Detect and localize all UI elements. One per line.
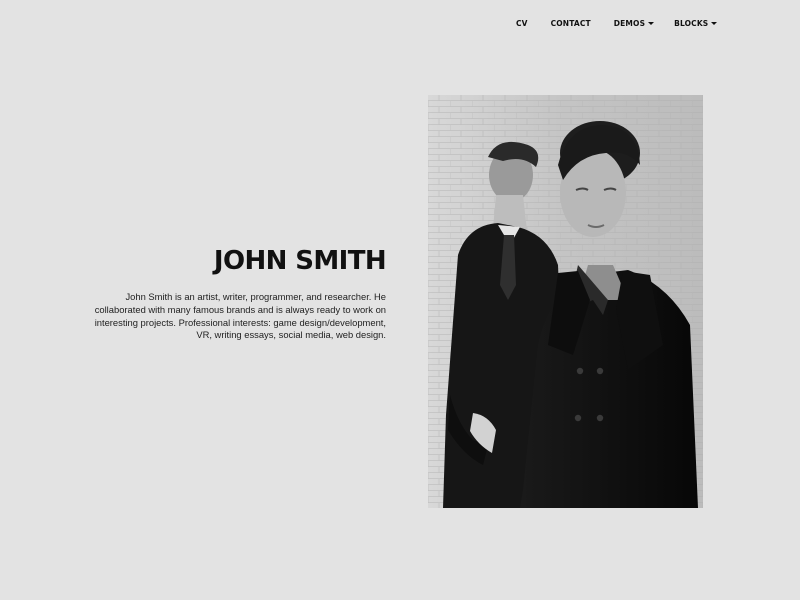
nav-dropdown-demos[interactable]: DEMOS [613, 19, 655, 28]
hero-title: JOHN SMITH [213, 246, 387, 276]
nav-link-contact-label: CONTACT [550, 19, 591, 28]
nav-dropdown-blocks-label: BLOCKS [674, 19, 709, 28]
nav-dropdown-blocks[interactable]: BLOCKS [674, 19, 718, 28]
caret-down-icon [648, 22, 655, 25]
nav-link-cv[interactable]: CV [516, 19, 528, 28]
main-navigation: CV CONTACT DEMOS BLOCKS [505, 19, 718, 28]
caret-down-icon [711, 22, 718, 25]
nav-link-contact[interactable]: CONTACT [551, 19, 591, 28]
hero-description: John Smith is an artist, writer, program… [94, 291, 386, 341]
nav-link-cv-label: CV [516, 19, 528, 28]
portrait-photo [428, 95, 703, 508]
hero-intro: JOHN SMITH John Smith is an artist, writ… [80, 245, 387, 342]
nav-dropdown-demos-label: DEMOS [613, 19, 646, 28]
